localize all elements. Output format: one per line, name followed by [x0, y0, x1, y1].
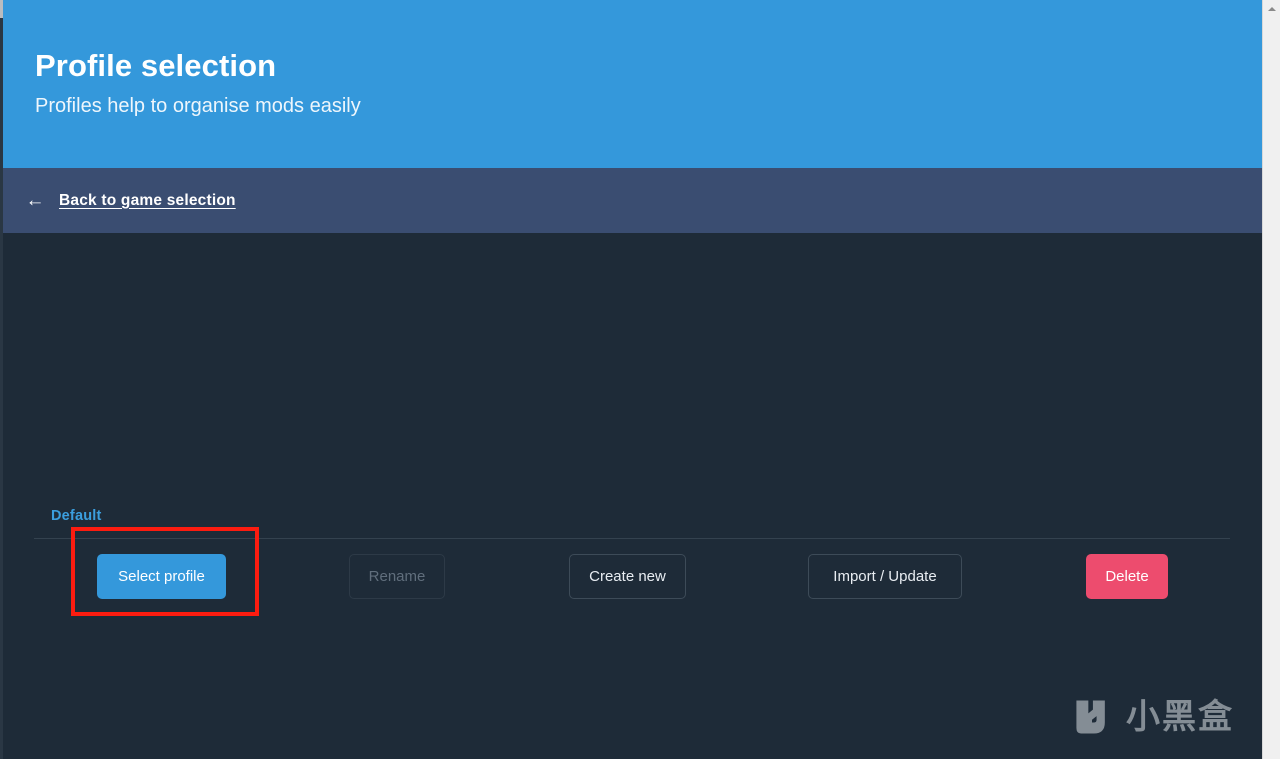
section-divider [34, 538, 1230, 539]
delete-profile-button[interactable]: Delete [1086, 553, 1168, 599]
back-link-label: Back to game selection [59, 191, 236, 209]
page-title: Profile selection [35, 48, 277, 83]
window-left-border-inner [0, 18, 3, 759]
watermark-text: 小黑盒 [1126, 698, 1234, 736]
page-subtitle: Profiles help to organise mods easily [35, 95, 361, 117]
rename-profile-button: Rename [349, 553, 445, 599]
caret-up-icon [1267, 6, 1276, 11]
page-header-banner: Profile selection Profiles help to organ… [0, 0, 1262, 168]
select-profile-button[interactable]: Select profile [97, 553, 226, 599]
vertical-scrollbar[interactable] [1262, 0, 1280, 759]
app-content-area: Profile selection Profiles help to organ… [0, 0, 1262, 759]
scrollbar-up-button[interactable] [1263, 0, 1280, 17]
main-content: Default Select profile Rename Create new… [0, 233, 1262, 759]
heybox-logo-icon [1076, 700, 1105, 734]
profile-actions-row: Select profile Rename Create new Import … [34, 553, 1230, 599]
back-to-game-selection-link[interactable]: ← Back to game selection [25, 189, 236, 211]
create-new-profile-button[interactable]: Create new [569, 553, 686, 599]
watermark: 小黑盒 [1070, 695, 1234, 739]
navigation-bar: ← Back to game selection [0, 168, 1262, 233]
application-window: Profile selection Profiles help to organ… [0, 0, 1280, 759]
profile-group-label: Default [51, 508, 102, 524]
arrow-left-icon: ← [25, 189, 45, 211]
import-update-profile-button[interactable]: Import / Update [808, 553, 962, 599]
